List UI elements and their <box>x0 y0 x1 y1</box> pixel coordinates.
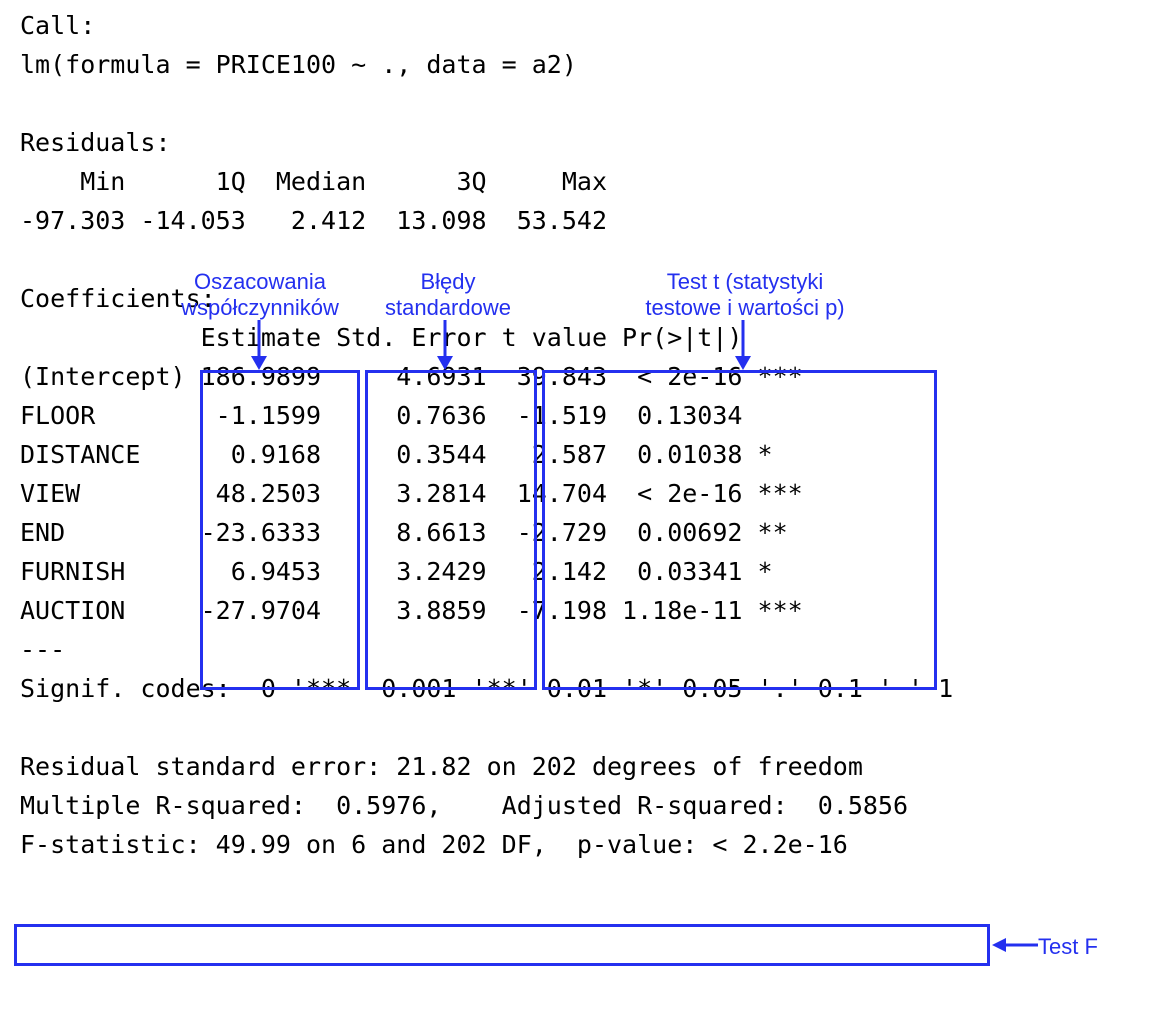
dashes: --- <box>20 635 65 664</box>
residuals-label: Residuals: <box>20 128 171 157</box>
annot-stderr-l2: standardowe <box>385 295 511 320</box>
box-estimate-col <box>200 370 360 690</box>
annot-ftest: Test F <box>1038 934 1098 960</box>
annot-estimate-l2: współczynników <box>181 295 339 320</box>
box-fstat <box>14 924 990 966</box>
annot-stderr: Błędy standardowe <box>358 269 538 321</box>
arrow-down-icon <box>434 320 456 370</box>
annot-stderr-l1: Błędy <box>420 269 475 294</box>
annot-estimate: Oszacowania współczynników <box>160 269 360 321</box>
arrow-down-icon <box>248 320 270 370</box>
annot-estimate-l1: Oszacowania <box>194 269 326 294</box>
annot-ttest-l1: Test t (statystyki <box>667 269 823 294</box>
coef-header: Estimate Std. Error t value Pr(>|t|) <box>20 323 803 352</box>
rsq-line: Multiple R-squared: 0.5976, Adjusted R-s… <box>20 791 923 820</box>
residuals-header: Min 1Q Median 3Q Max <box>20 167 622 196</box>
call-formula: lm(formula = PRICE100 ~ ., data = a2) <box>20 50 577 79</box>
annot-ttest: Test t (statystyki testowe i wartości p) <box>615 269 875 321</box>
residuals-values: -97.303 -14.053 2.412 13.098 53.542 <box>20 206 622 235</box>
arrow-down-icon <box>732 320 754 370</box>
annot-ttest-l2: testowe i wartości p) <box>645 295 844 320</box>
box-ttest-cols <box>542 370 937 690</box>
annot-ftest-label: Test F <box>1038 934 1098 959</box>
call-label: Call: <box>20 11 95 40</box>
arrow-left-icon <box>992 935 1038 955</box>
fstat-line: F-statistic: 49.99 on 6 and 202 DF, p-va… <box>20 830 848 859</box>
box-stderr-col <box>365 370 537 690</box>
rse-line: Residual standard error: 21.82 on 202 de… <box>20 752 863 781</box>
